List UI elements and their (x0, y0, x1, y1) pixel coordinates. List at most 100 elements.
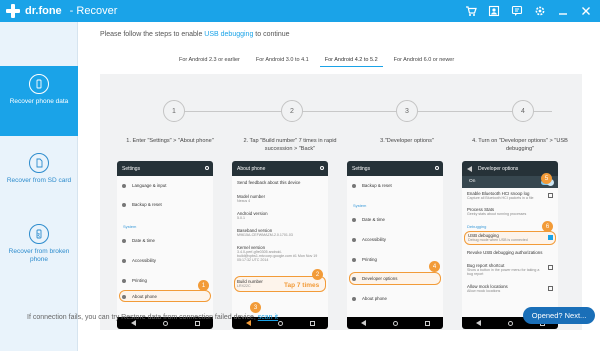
app-window: dr.fone - Recover Recover phone data Rec… (0, 0, 600, 351)
recents-icon (424, 320, 430, 326)
tab-android-4-2[interactable]: For Android 4.2 to 5.2 (319, 57, 383, 67)
code-icon (352, 277, 356, 281)
callout-badge: 5 (541, 173, 552, 184)
step-connector-line (176, 111, 552, 112)
settings-icon[interactable] (532, 3, 548, 19)
app-name: dr.fone (25, 5, 62, 17)
phone-header: Settings (122, 165, 141, 172)
phone-app-bar: Settings (347, 161, 443, 176)
window-title: - Recover (69, 5, 118, 17)
list-item-label: Accessibility (362, 237, 386, 242)
list-item: Model number Nexus 4 (232, 194, 328, 203)
step-desc-3: 3."Developer options" (380, 138, 434, 144)
list-item-about-phone: About phone (117, 294, 213, 299)
list-item: Baseband version M9615A-CEFWMAZM-2.0.1701… (232, 228, 328, 237)
list-item: Kernel version 3.4.0-perf-g9e0305 android… (232, 245, 328, 262)
search-icon (435, 166, 439, 170)
instruction-text: Please follow the steps to enable USB de… (100, 31, 290, 38)
list-item: Accessibility (117, 258, 213, 263)
android-version-tabs: For Android 2.3 or earlier For Android 3… (174, 57, 465, 67)
step-circle-1: 1 (163, 100, 185, 122)
checkbox-checked-icon (548, 235, 553, 240)
sidebar-item-recover-from-broken-phone[interactable]: Recover from broken phone (0, 224, 78, 284)
list-item: Process Stats Geeky stats about running p… (462, 207, 558, 216)
list-item-label: Language & input (132, 183, 167, 188)
checkbox-icon (548, 265, 553, 270)
step-desc-4: 4. Turn on "Developer options" > "USB de… (472, 138, 568, 152)
section-header: System (123, 224, 137, 229)
phone-app-bar: About phone (232, 161, 328, 176)
instruction-prefix: Please follow the steps to enable (100, 31, 205, 38)
list-item-developer-options: Developer options (347, 276, 443, 281)
close-icon[interactable] (578, 3, 594, 19)
list-item-value: 5.0.1 (237, 216, 245, 220)
list-item-usb-debugging: USB debugging Debug mode when USB is conn… (462, 233, 558, 242)
callout-badge: 3 (250, 302, 261, 313)
section-header: System (353, 203, 367, 208)
list-item-value: Nexus 4 (237, 199, 251, 203)
home-icon (277, 320, 283, 326)
phone-header: Developer options (478, 165, 519, 172)
accessibility-icon (122, 259, 126, 263)
account-icon[interactable] (486, 3, 502, 19)
sidebar: Recover phone data Recover from SD card … (0, 22, 78, 351)
list-item: Accessibility (347, 237, 443, 242)
checkbox-icon (548, 193, 553, 198)
globe-icon (122, 184, 126, 188)
connection-failed-hint: If connection fails, you can try Restore… (27, 314, 278, 321)
list-item: About phone (347, 296, 443, 301)
cart-icon[interactable] (463, 3, 479, 19)
list-item: Allow mock locations Allow mock locations (462, 284, 558, 293)
home-icon (162, 320, 168, 326)
step-circle-3: 3 (396, 100, 418, 122)
tap-instruction: Tap 7 times (284, 282, 320, 289)
phone-screenshot-about-phone: About phone Send feedback about this dev… (232, 161, 328, 329)
broken-phone-icon (29, 224, 49, 244)
list-item: Android version 5.0.1 (232, 211, 328, 220)
callout-badge: 6 (542, 221, 553, 232)
list-item: Language & input (117, 183, 213, 188)
scan-it-link[interactable]: scan it (258, 314, 278, 321)
feedback-icon[interactable] (509, 3, 525, 19)
list-item-label: Printing (362, 257, 377, 262)
info-icon (352, 297, 356, 301)
recents-icon (194, 320, 200, 326)
list-item-label: About phone (362, 296, 387, 301)
callout-badge: 4 (429, 261, 440, 272)
tab-android-2-3[interactable]: For Android 2.3 or earlier (174, 57, 245, 67)
list-item-label: About phone (132, 294, 157, 299)
backup-icon (122, 203, 126, 207)
backup-icon (352, 184, 356, 188)
minimize-icon[interactable] (555, 3, 571, 19)
tab-android-3-0[interactable]: For Android 3.0 to 4.1 (251, 57, 314, 67)
list-item: Printing (347, 257, 443, 262)
phone-app-bar: Settings (117, 161, 213, 176)
phone-screenshot-developer-options: Settings Backup & reset System Date & ti… (347, 161, 443, 329)
checkbox-icon (548, 286, 553, 291)
clock-icon (122, 239, 126, 243)
sidebar-item-label: Recover from broken phone (8, 248, 70, 263)
sidebar-item-label: Recover from SD card (6, 177, 72, 184)
drfone-logo-icon (6, 4, 20, 18)
sidebar-item-recover-phone-data[interactable]: Recover phone data (0, 66, 78, 136)
list-item-label: Backup & reset (362, 183, 392, 188)
list-item-label: Developer options (362, 276, 398, 281)
info-icon (122, 295, 126, 299)
list-item: Enable Bluetooth HCI snoop log Capture al… (462, 191, 558, 200)
back-arrow-icon (467, 165, 472, 172)
home-icon (507, 320, 513, 326)
list-item-subtitle: Show a button in the power menu for taki… (467, 268, 540, 276)
sd-card-icon (29, 153, 49, 173)
list-item: Backup & reset (117, 202, 213, 207)
opened-next-button[interactable]: Opened? Next... (523, 307, 595, 324)
tab-android-6-0[interactable]: For Android 6.0 or newer (389, 57, 460, 67)
main-content: Please follow the steps to enable USB de… (78, 22, 600, 351)
list-item-value: M9615A-CEFWMAZM-2.0.1701.03 (237, 233, 293, 237)
phone-nav-bar (347, 317, 443, 329)
clock-icon (352, 218, 356, 222)
list-item: Date & time (347, 217, 443, 222)
usb-debugging-link[interactable]: USB debugging (204, 31, 253, 38)
steps-panel: 1 2 3 4 1. Enter "Settings" > "About pho… (100, 74, 582, 330)
sidebar-item-recover-from-sd-card[interactable]: Recover from SD card (0, 153, 78, 203)
phone-screenshot-usb-debugging: Developer options On 5 Enable Bluetooth … (462, 161, 558, 329)
